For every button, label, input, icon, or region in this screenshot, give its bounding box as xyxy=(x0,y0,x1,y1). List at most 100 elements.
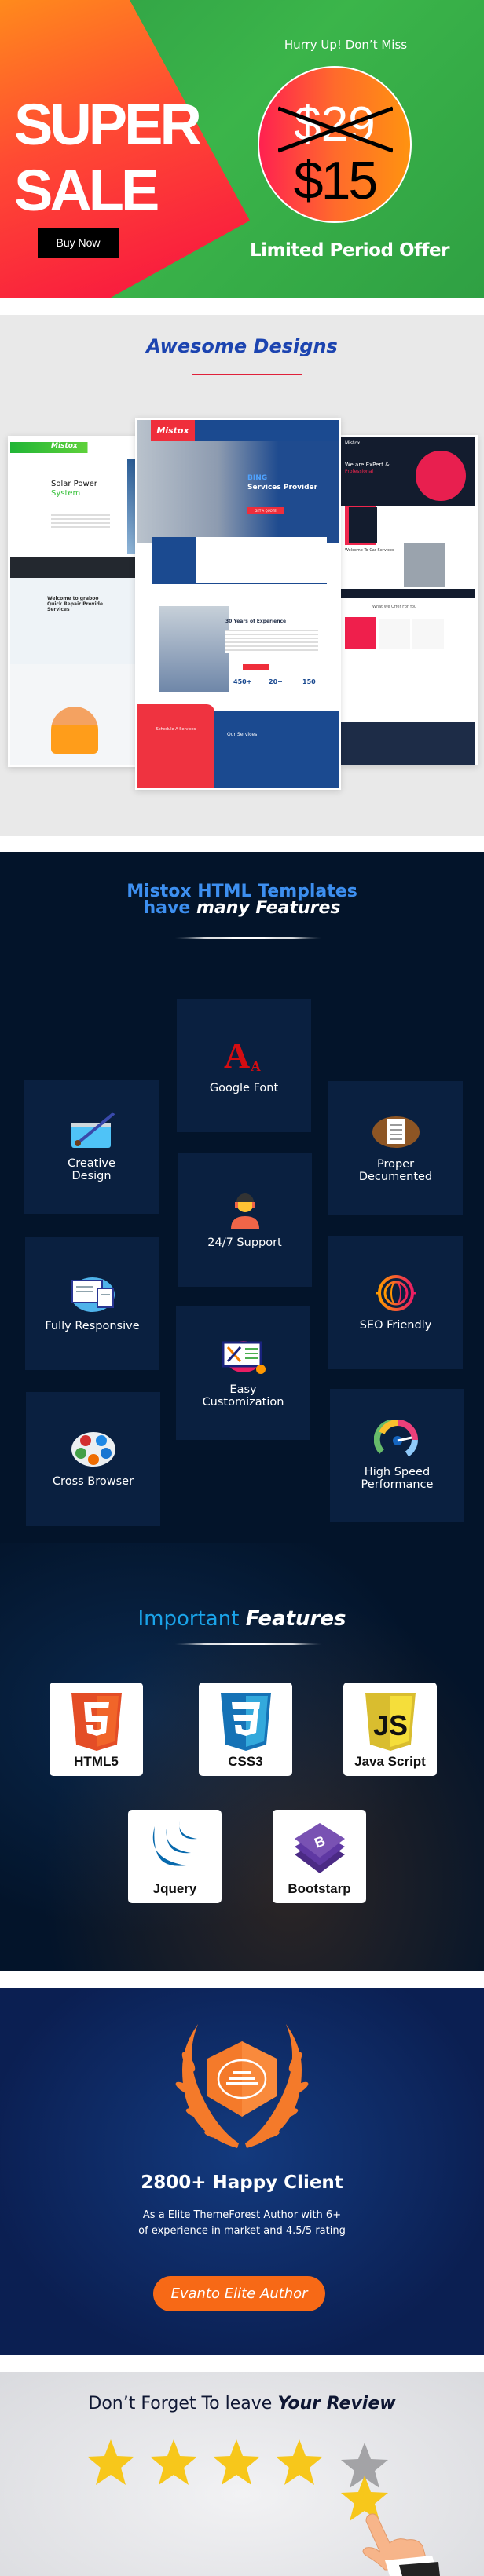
svg-text:A: A xyxy=(224,1036,250,1076)
title-line-2: have many Features xyxy=(0,898,484,918)
feature-support: 24/7 Support xyxy=(178,1153,312,1287)
feature-label: High Speed Performance xyxy=(361,1466,434,1491)
feature-google-font: AA Google Font xyxy=(177,999,311,1132)
feature-documented: Proper Decumented xyxy=(328,1081,463,1215)
title-line-1: Mistox HTML Templates xyxy=(126,882,358,901)
hero-title: Solar Power xyxy=(51,480,97,488)
title-emphasis: Your Review xyxy=(277,2394,396,2413)
feature-label: Proper Decumented xyxy=(358,1158,433,1183)
cross-out-icon xyxy=(278,106,393,153)
tools-monitor-icon xyxy=(222,1341,266,1374)
description-line: As a Elite ThemeForest Author with 6+ xyxy=(142,2209,342,2221)
paintbrush-icon xyxy=(71,1112,115,1148)
services-title: Our Services xyxy=(227,732,258,737)
title-underline xyxy=(192,374,302,375)
tech-jquery: Jquery xyxy=(128,1810,222,1903)
feature-seo: SEO Friendly xyxy=(328,1236,463,1369)
tech-bootstrap: B Bootstarp xyxy=(273,1810,366,1903)
feature-creative-design: Creative Design xyxy=(24,1080,159,1214)
mockup-solar: Mistox Solar Power System Welcome to gra… xyxy=(8,436,141,767)
elite-author-button[interactable]: Evanto Elite Author xyxy=(153,2276,325,2311)
award-section: 2800+ Happy Client As a Elite ThemeFores… xyxy=(0,1988,484,2355)
hero-title: We are ExPert & xyxy=(345,462,390,468)
feature-label: Cross Browser xyxy=(52,1475,134,1488)
experience-title: 30 Years of Experience xyxy=(226,619,287,624)
laurel-badge-icon xyxy=(175,2024,309,2148)
support-agent-icon xyxy=(230,1193,259,1229)
devices-icon xyxy=(70,1277,115,1312)
speedometer-icon xyxy=(373,1420,418,1457)
tech-html5: HTML5 xyxy=(50,1683,143,1776)
clipboard-icon xyxy=(372,1116,420,1148)
feature-label: Creative Design xyxy=(68,1157,116,1182)
title-underline xyxy=(174,1643,322,1645)
tech-javascript: JS Java Script xyxy=(343,1683,437,1776)
review-title: Don’t Forget To leave Your Review xyxy=(0,2394,484,2413)
price-circle: $29 $15 xyxy=(258,66,412,223)
tech-label: Java Script xyxy=(354,1754,426,1769)
feature-speed: High Speed Performance xyxy=(330,1389,464,1522)
hero-subtitle: Professional xyxy=(345,469,374,474)
feature-label: Google Font xyxy=(209,1082,279,1094)
description-line: of experience in market and 4.5/5 rating xyxy=(138,2225,346,2237)
javascript-icon: JS xyxy=(365,1693,416,1751)
star-filled-icon[interactable] xyxy=(211,2438,262,2486)
hurry-text: Hurry Up! Don’t Miss xyxy=(284,38,408,52)
star-filled-icon[interactable] xyxy=(86,2438,136,2486)
brand: Mistox xyxy=(51,442,78,450)
stat: 150 xyxy=(302,678,316,685)
schedule-title: Schedule A Services xyxy=(156,727,196,732)
features-title: Mistox HTML Templates have many Features xyxy=(0,882,484,918)
feature-cross-browser: Cross Browser xyxy=(26,1392,160,1526)
title-plain: Important xyxy=(138,1607,246,1631)
browsers-icon xyxy=(71,1432,116,1467)
buy-now-button[interactable]: Buy Now xyxy=(38,228,119,258)
feature-label: Easy Customization xyxy=(202,1383,284,1409)
new-price: $15 xyxy=(293,151,378,210)
title-underline xyxy=(174,937,322,939)
tech-label: HTML5 xyxy=(74,1754,119,1769)
star-filled-icon[interactable] xyxy=(274,2438,324,2486)
css3-icon xyxy=(220,1693,271,1751)
star-filled-icon[interactable] xyxy=(148,2438,199,2486)
globe-target-icon xyxy=(375,1275,416,1311)
tech-label: Jquery xyxy=(152,1881,197,1896)
feature-label: Fully Responsive xyxy=(45,1320,140,1332)
sale-banner: SUPER SALE Buy Now Hurry Up! Don’t Miss … xyxy=(0,0,484,298)
feature-customization: Easy Customization xyxy=(176,1306,310,1440)
designs-section: Awesome Designs Mistox Solar Power Syste… xyxy=(0,315,484,836)
offer-heading: What We Offer For You xyxy=(372,605,417,609)
offer-text: Limited Period Offer xyxy=(250,240,449,261)
html5-icon xyxy=(71,1693,122,1751)
hero-title: BING xyxy=(248,474,268,482)
mockup-car: Mistox We are ExPert & Professional Welc… xyxy=(341,435,478,765)
important-features-title: Important Features xyxy=(0,1607,484,1631)
welcome-text: Welcome To Car Services xyxy=(345,548,394,553)
pointing-hand-icon xyxy=(362,2513,440,2576)
award-description: As a Elite ThemeForest Author with 6+ of… xyxy=(0,2208,484,2239)
feature-responsive: Fully Responsive xyxy=(25,1237,160,1370)
stat: 450+ xyxy=(233,678,252,685)
feature-label: SEO Friendly xyxy=(359,1319,432,1332)
hero-subtitle: System xyxy=(51,489,81,498)
section-title: Awesome Designs xyxy=(146,335,338,357)
happy-client-title: 2800+ Happy Client xyxy=(141,2172,343,2193)
welcome-text: Welcome to graboo Quick Repair Provide S… xyxy=(47,596,104,612)
title-emphasis: many Features xyxy=(196,898,341,918)
title-plain: Don’t Forget To leave xyxy=(88,2394,278,2413)
tech-css3: CSS3 xyxy=(199,1683,292,1776)
title-plain: have xyxy=(143,898,196,918)
review-section: Don’t Forget To leave Your Review xyxy=(0,2372,484,2576)
brand: Mistox xyxy=(151,420,195,441)
headline-sale: SALE xyxy=(14,158,160,223)
quote-button: GET A QUOTE xyxy=(248,507,284,514)
svg-text:A: A xyxy=(251,1058,261,1074)
bootstrap-icon: B xyxy=(294,1823,345,1873)
font-icon: AA xyxy=(224,1036,261,1076)
tech-label: Bootstarp xyxy=(288,1881,351,1896)
features-section: Mistox HTML Templates have many Features… xyxy=(0,852,484,1971)
headline-super: SUPER xyxy=(14,92,202,157)
brand: Mistox xyxy=(345,440,361,446)
mockup-plumbing: Mistox BING Services Provider GET A QUOT… xyxy=(135,418,341,790)
stat: 20+ xyxy=(269,678,283,685)
